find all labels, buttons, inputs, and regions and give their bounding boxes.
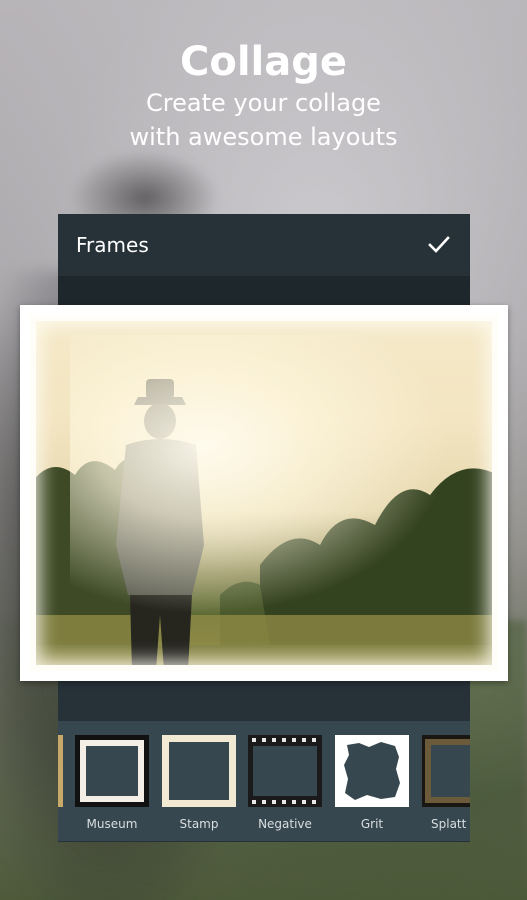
frame-style-strip[interactable]: Museum Stamp Negative Grit Splatt xyxy=(58,721,470,841)
framed-photo-card xyxy=(20,305,508,681)
promo-subtitle-line-1: Create your collage xyxy=(146,89,381,117)
frame-thumb-stamp[interactable] xyxy=(162,735,236,807)
frame-thumb-museum[interactable] xyxy=(75,735,149,807)
frame-thumb-grit[interactable] xyxy=(335,735,409,807)
frames-title: Frames xyxy=(76,233,149,257)
frame-label-stamp: Stamp xyxy=(179,817,219,831)
frame-label-grit: Grit xyxy=(360,817,384,831)
promo-header: Collage Create your collage with awesome… xyxy=(0,38,527,154)
photo-rough-edge xyxy=(30,315,498,671)
frame-thumb-partial[interactable] xyxy=(58,735,63,807)
check-icon[interactable] xyxy=(426,232,452,258)
promo-subtitle-line-2: with awesome layouts xyxy=(129,123,398,151)
promo-title: Collage xyxy=(179,39,347,85)
frame-label-splatt: Splatt xyxy=(431,817,467,831)
collage-photo xyxy=(30,315,498,671)
frames-toolbar: Frames xyxy=(58,214,470,276)
frame-thumb-splatt[interactable] xyxy=(422,735,470,807)
frame-label-museum: Museum xyxy=(86,817,138,831)
frame-thumb-negative[interactable] xyxy=(248,735,322,807)
frame-label-negative: Negative xyxy=(258,817,312,831)
